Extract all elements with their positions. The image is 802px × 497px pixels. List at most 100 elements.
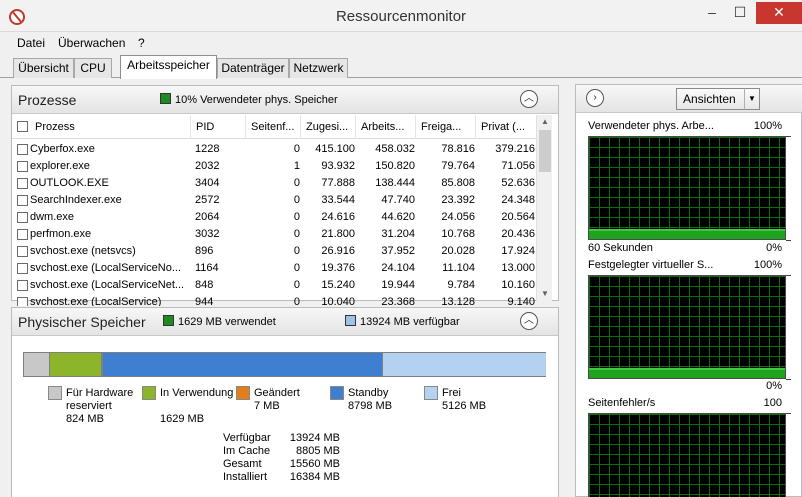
expand-graphs-icon[interactable]: › [586, 89, 604, 107]
maximize-button[interactable]: ☐ [728, 2, 752, 24]
cell-hard-faults: 0 [293, 177, 300, 189]
physical-memory-header[interactable]: Physischer Speicher 1629 MB verwendet 13… [12, 308, 558, 336]
cell-private: 20.564 [501, 211, 535, 223]
collapse-physical-button[interactable]: ︿ [520, 312, 538, 330]
graph-committed-virtual [588, 275, 786, 379]
graph1-tick-top [786, 136, 791, 137]
cell-shareable: 10.768 [441, 228, 475, 240]
col-shareable[interactable]: Freiga... [415, 115, 475, 139]
table-row[interactable]: svchost.exe (LocalServiceNo... 1164 0 19.37… [12, 260, 536, 277]
stat-cached-value: 8805 MB [295, 445, 340, 457]
scroll-down-icon[interactable]: ▼ [537, 287, 553, 301]
scroll-up-icon[interactable]: ▲ [537, 115, 553, 129]
tab-network[interactable]: Netzwerk [289, 58, 348, 78]
process-checkbox[interactable] [17, 297, 28, 306]
menu-help[interactable]: ? [138, 36, 145, 50]
table-row[interactable]: perfmon.exe 3032 0 21.800 31.204 10.768 20.436 [12, 226, 536, 243]
process-checkbox[interactable] [17, 178, 28, 189]
graph2-title: Festgelegter virtueller S... [588, 259, 714, 271]
col-hard-faults[interactable]: Seitenf... [245, 115, 300, 139]
process-checkbox[interactable] [17, 195, 28, 206]
minimize-button[interactable]: – [700, 2, 724, 24]
table-row[interactable]: dwm.exe 2064 0 24.616 44.620 24.056 20.564 [12, 209, 536, 226]
cell-working-set: 150.820 [375, 160, 415, 172]
legend-label: Geändert [254, 387, 300, 399]
window-title: Ressourcenmonitor [335, 8, 467, 25]
tab-disk[interactable]: Datenträger [217, 58, 289, 78]
table-row[interactable]: svchost.exe (LocalServiceNet... 848 0 15.24… [12, 277, 536, 294]
stat-total-label: Gesamt [223, 458, 262, 470]
process-scrollbar[interactable]: ▲ ▼ [536, 115, 552, 301]
tab-cpu[interactable]: CPU [74, 58, 112, 78]
process-checkbox[interactable] [17, 229, 28, 240]
graph2-tick-top [786, 275, 791, 276]
views-dropdown-icon[interactable]: ▼ [744, 88, 760, 110]
graphs-panel: › Ansichten ▼ Verwendeter phys. Arbe... … [575, 84, 802, 497]
cell-pid: 2572 [195, 194, 220, 206]
views-label: Ansichten [683, 92, 736, 106]
graph2-tick-bottom [786, 379, 791, 380]
graph-physical-memory [588, 136, 786, 240]
cell-commit: 10.040 [321, 296, 355, 306]
cell-process-name: svchost.exe (LocalServiceNet... [30, 279, 185, 291]
process-table-header: Prozess PID Seitenf... Zugesi... Arbeits… [12, 115, 536, 139]
process-checkbox[interactable] [17, 144, 28, 155]
cell-hard-faults: 0 [293, 228, 300, 240]
stat-available-value: 13924 MB [289, 432, 340, 444]
cell-working-set: 458.032 [375, 143, 415, 155]
col-working-set[interactable]: Arbeits... [355, 115, 415, 139]
tab-memory[interactable]: Arbeitsspeicher [120, 55, 217, 79]
table-row[interactable]: svchost.exe (LocalService) 944 0 10.040 23.3… [12, 294, 536, 306]
collapse-processes-button[interactable]: ︿ [520, 90, 538, 108]
scroll-thumb[interactable] [539, 130, 551, 172]
title-bar: Ressourcenmonitor – ☐ ✕ [0, 0, 802, 32]
cell-pid: 2064 [195, 211, 220, 223]
cell-private: 9.140 [507, 296, 535, 306]
cell-private: 10.160 [501, 279, 535, 291]
table-row[interactable]: SearchIndexer.exe 2572 0 33.544 47.740 23.392… [12, 192, 536, 209]
cell-commit: 19.376 [321, 262, 355, 274]
col-pid[interactable]: PID [190, 115, 245, 139]
memory-tab-content: Prozesse 10% Verwendeter phys. Speicher … [8, 79, 802, 497]
select-all-checkbox[interactable] [17, 121, 28, 132]
cell-shareable: 79.764 [441, 160, 475, 172]
memory-bar-standby [103, 353, 383, 376]
cell-private: 71.056 [501, 160, 535, 172]
col-process[interactable]: Prozess [30, 115, 190, 139]
process-checkbox[interactable] [17, 246, 28, 257]
cell-working-set: 37.952 [381, 245, 415, 257]
close-button[interactable]: ✕ [756, 2, 802, 24]
table-row[interactable]: svchost.exe (netsvcs) 896 0 26.916 37.952 20.… [12, 243, 536, 260]
cell-shareable: 20.028 [441, 245, 475, 257]
cell-working-set: 47.740 [381, 194, 415, 206]
process-checkbox[interactable] [17, 212, 28, 223]
tab-overview[interactable]: Übersicht [13, 58, 74, 78]
table-row[interactable]: OUTLOOK.EXE 3404 0 77.888 138.444 85.808 52.63… [12, 175, 536, 192]
table-row[interactable]: Cyberfox.exe 1228 0 415.100 458.032 78.816 379… [12, 141, 536, 158]
cell-hard-faults: 0 [293, 262, 300, 274]
legend-modified: Geändert 7 MB [236, 386, 328, 430]
menu-bar: Datei Überwachen ? [0, 33, 802, 53]
cell-pid: 3404 [195, 177, 220, 189]
menu-monitor[interactable]: Überwachen [58, 36, 125, 50]
cell-commit: 21.800 [321, 228, 355, 240]
menu-file[interactable]: Datei [17, 36, 45, 50]
table-row[interactable]: explorer.exe 2032 1 93.932 150.820 79.764 71.0… [12, 158, 536, 175]
process-checkbox[interactable] [17, 280, 28, 291]
available-summary: 13924 MB verfügbar [345, 315, 460, 328]
cell-pid: 1228 [195, 143, 220, 155]
process-checkbox[interactable] [17, 263, 28, 274]
graph3-tick-top [786, 413, 791, 414]
cell-hard-faults: 0 [293, 143, 300, 155]
cell-shareable: 11.104 [442, 262, 475, 274]
process-checkbox[interactable] [17, 161, 28, 172]
cell-commit: 93.932 [321, 160, 355, 172]
cell-process-name: OUTLOOK.EXE [30, 177, 109, 189]
processes-header[interactable]: Prozesse 10% Verwendeter phys. Speicher … [12, 86, 558, 114]
cell-pid: 896 [195, 245, 214, 257]
stat-cached-label: Im Cache [223, 445, 271, 457]
col-private[interactable]: Privat (... [475, 115, 533, 139]
col-commit[interactable]: Zugesi... [300, 115, 355, 139]
legend-in-use: In Verwendung 1629 MB [142, 386, 234, 430]
cell-working-set: 31.204 [381, 228, 415, 240]
